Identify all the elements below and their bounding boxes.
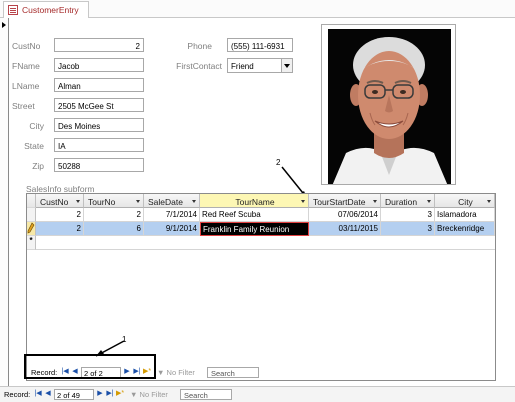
sort-arrow-icon [373,200,377,203]
new-record-row[interactable] [36,236,495,250]
column-header-label: CustNo [40,197,69,207]
first-record-icon[interactable]: |◀ [34,390,42,398]
sort-arrow-icon [301,200,305,203]
tab-customer-entry[interactable]: CustomerEntry [3,1,89,18]
callout-highlight-box [24,354,156,379]
sort-arrow-icon [76,200,80,203]
city-field[interactable]: Des Moines [54,118,144,132]
city-label: City [29,121,44,131]
zip-label: Zip [32,161,44,171]
search-field[interactable]: Search [207,367,259,378]
pencil-icon [27,222,35,234]
next-record-icon[interactable]: ▶ [96,390,104,398]
first-contact-combobox[interactable]: Friend [227,58,293,73]
column-header-city[interactable]: City [435,194,495,208]
table-cell[interactable]: 7/1/2014 [144,208,200,222]
sort-arrow-icon [427,200,431,203]
phone-field[interactable]: (555) 111-6931 [227,38,293,52]
fname-field[interactable]: Jacob [54,58,144,72]
lname-label: LName [12,81,40,91]
current-record-field[interactable]: 2 of 49 [54,389,94,400]
custno-label: CustNo [12,41,41,51]
custno-field[interactable]: 2 [54,38,144,52]
last-record-icon[interactable]: ▶| [106,390,114,398]
record-label: Record: [4,390,31,399]
table-cell[interactable]: 6 [84,222,144,236]
column-header-saledate[interactable]: SaleDate [144,194,200,208]
table-cell[interactable]: 2 [84,208,144,222]
filter-icon: ▼ [130,390,138,399]
lname-field[interactable]: Alman [54,78,144,92]
current-record-arrow-icon [2,22,6,28]
chevron-down-icon[interactable] [281,59,292,72]
form-record-selector[interactable] [0,18,9,386]
main-record-navigation: Record: |◀ ◀ 2 of 49 ▶ ▶| ▶* ▼ No Filter… [2,388,512,401]
sort-arrow-icon [192,200,196,203]
zip-field[interactable]: 50288 [54,158,144,172]
column-header-label: TourNo [88,197,116,207]
new-record-icon[interactable]: ▶* [116,390,124,398]
table-cell[interactable]: 9/1/2014 [144,222,200,236]
table-cell[interactable]: 3 [381,222,435,236]
table-cell[interactable]: 3 [381,208,435,222]
search-field[interactable]: Search [180,389,232,400]
no-filter-label: No Filter [139,390,168,399]
no-filter-indicator[interactable]: ▼ No Filter [130,390,168,399]
no-filter-indicator[interactable]: ▼ No Filter [157,368,195,377]
column-header-tourno[interactable]: TourNo [84,194,144,208]
street-field[interactable]: 2505 McGee St [54,98,144,112]
customer-portrait-image [322,25,455,184]
fname-label: FName [12,61,40,71]
column-header-tourstartdate[interactable]: TourStartDate [309,194,381,208]
table-cell[interactable]: 2 [36,222,84,236]
column-header-duration[interactable]: Duration [381,194,435,208]
column-header-label: TourStartDate [313,197,366,207]
column-header-tourname[interactable]: TourName [200,194,309,208]
column-header-custno[interactable]: CustNo [36,194,84,208]
new-row-selector[interactable]: * [27,236,36,250]
form-icon [8,5,18,15]
table-cell[interactable]: 07/06/2014 [309,208,381,222]
phone-label: Phone [187,41,212,51]
no-filter-label: No Filter [166,368,195,377]
state-field[interactable]: IA [54,138,144,152]
filter-icon: ▼ [157,368,165,377]
column-header-label: Duration [385,197,418,207]
sort-arrow-icon [136,200,140,203]
state-label: State [24,141,44,151]
table-cell[interactable]: Red Reef Scuba [200,208,309,222]
column-header-label: TourName [235,197,275,207]
table-cell[interactable]: 03/11/2015 [309,222,381,236]
sort-arrow-icon [487,200,491,203]
tab-label: CustomerEntry [22,5,79,15]
first-contact-value: Friend [231,62,254,71]
customer-photo [321,24,456,185]
table-cell[interactable]: 2 [36,208,84,222]
table-cell-editing[interactable]: Franklin Family Reunion [200,222,309,236]
previous-record-icon[interactable]: ◀ [44,390,52,398]
street-label: Street [12,101,35,111]
first-contact-label: FirstContact [176,61,222,71]
row-selector-editing[interactable] [27,222,36,236]
column-header-label: City [458,197,473,207]
row-selector[interactable] [27,208,36,222]
column-header-label: SaleDate [148,197,183,207]
select-all-corner[interactable] [27,194,36,208]
table-cell[interactable]: Breckenridge [435,222,495,236]
table-cell[interactable]: Islamadora [435,208,495,222]
